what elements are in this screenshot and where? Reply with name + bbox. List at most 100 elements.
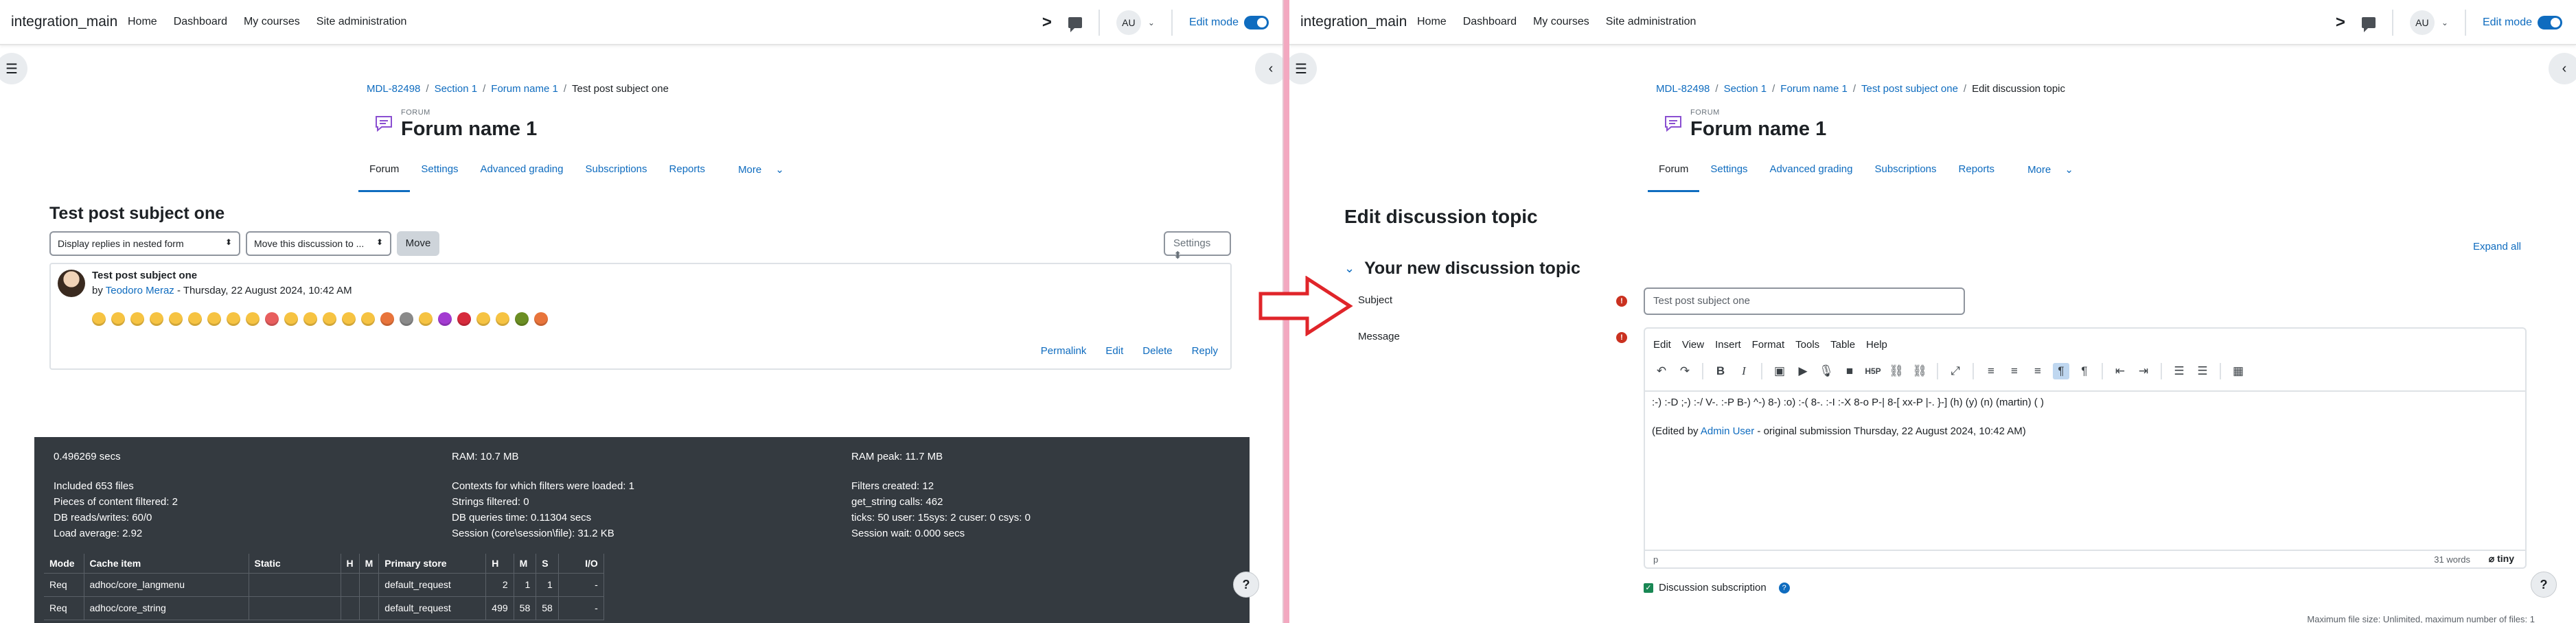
post-author-link[interactable]: Teodoro Meraz bbox=[106, 285, 174, 296]
element-path[interactable]: p bbox=[1653, 554, 1658, 565]
align-right-icon[interactable]: ≡ bbox=[2029, 363, 2046, 379]
edit-link[interactable]: Edit bbox=[1105, 345, 1123, 357]
nav-my-courses[interactable]: My courses bbox=[1533, 16, 1589, 28]
indent-icon[interactable]: ⇥ bbox=[2135, 363, 2152, 379]
delete-link[interactable]: Delete bbox=[1142, 345, 1172, 357]
messages-icon[interactable] bbox=[2361, 17, 2376, 32]
breadcrumb-item[interactable]: Section 1 bbox=[435, 83, 478, 95]
settings-dropdown-button[interactable]: Settings ⬍ bbox=[1164, 231, 1231, 261]
breadcrumb-item[interactable]: Section 1 bbox=[1724, 83, 1767, 95]
outdent-icon[interactable]: ⇤ bbox=[2112, 363, 2128, 379]
chevron-down-icon[interactable]: ⌄ bbox=[1148, 18, 1155, 27]
menu-insert[interactable]: Insert bbox=[1715, 339, 1741, 351]
right-window: integration_main Home Dashboard My cours… bbox=[1284, 0, 2576, 623]
nav-home[interactable]: Home bbox=[128, 16, 157, 28]
unlink-icon[interactable]: ⛓ bbox=[1911, 363, 1928, 379]
accessibility-checker-icon[interactable]: ▦ bbox=[2230, 363, 2246, 379]
menu-help[interactable]: Help bbox=[1866, 339, 1887, 351]
align-left-icon[interactable]: ≡ bbox=[1983, 363, 1999, 379]
menu-format[interactable]: Format bbox=[1752, 339, 1785, 351]
section-header[interactable]: ⌄ Your new discussion topic bbox=[1344, 259, 1580, 279]
record-video-icon[interactable]: ■ bbox=[1841, 363, 1858, 379]
h5p-icon[interactable]: H5P bbox=[1865, 363, 1881, 379]
course-index-drawer-button[interactable]: ☰ bbox=[1289, 53, 1317, 84]
tab-settings[interactable]: Settings bbox=[410, 159, 469, 192]
reply-link[interactable]: Reply bbox=[1192, 345, 1218, 357]
media-icon[interactable]: ▶ bbox=[1795, 363, 1811, 379]
image-icon[interactable]: ▣ bbox=[1771, 363, 1788, 379]
menu-edit[interactable]: Edit bbox=[1653, 339, 1671, 351]
chevron-right-icon[interactable]: > bbox=[1042, 13, 1052, 32]
edit-mode-toggle[interactable] bbox=[1244, 16, 1269, 30]
editor-line[interactable]: :-) :-D ;-) :-/ V-. :-P B-) ^-) 8-) :o) … bbox=[1652, 397, 2044, 408]
tab-reports[interactable]: Reports bbox=[1948, 159, 2006, 192]
divider bbox=[1645, 390, 2525, 392]
nav-site-administration[interactable]: Site administration bbox=[1606, 16, 1697, 28]
menu-view[interactable]: View bbox=[1682, 339, 1704, 351]
nav-dashboard[interactable]: Dashboard bbox=[174, 16, 227, 28]
emoticon-icon bbox=[438, 312, 452, 326]
word-count[interactable]: 31 words bbox=[2434, 554, 2470, 565]
breadcrumb-item[interactable]: Forum name 1 bbox=[1780, 83, 1848, 95]
ltr-icon[interactable]: ¶ bbox=[2053, 363, 2069, 379]
menu-table[interactable]: Table bbox=[1830, 339, 1855, 351]
message-editor[interactable]: Edit View Insert Format Tools Table Help… bbox=[1644, 327, 2527, 569]
rtl-icon[interactable]: ¶ bbox=[2076, 363, 2093, 379]
link-icon[interactable]: ⛓ bbox=[1888, 363, 1905, 379]
record-audio-icon[interactable]: 🎙 bbox=[1818, 363, 1835, 379]
block-drawer-button[interactable]: ‹ bbox=[2549, 53, 2576, 84]
nav-my-courses[interactable]: My courses bbox=[244, 16, 300, 28]
author-avatar[interactable] bbox=[58, 270, 85, 297]
help-button[interactable]: ? bbox=[1233, 572, 1259, 598]
edit-mode-toggle[interactable] bbox=[2538, 16, 2562, 30]
avatar[interactable]: AU bbox=[1116, 10, 1141, 35]
italic-icon[interactable]: I bbox=[1736, 363, 1752, 379]
chevron-down-icon[interactable]: ⌄ bbox=[2441, 18, 2448, 27]
move-discussion-select[interactable]: Move this discussion to ... ⬍ bbox=[246, 231, 391, 256]
site-name[interactable]: integration_main bbox=[11, 14, 117, 30]
display-mode-select[interactable]: Display replies in nested form ⬍ bbox=[49, 231, 240, 256]
messages-icon[interactable] bbox=[1068, 17, 1082, 32]
breadcrumb-item[interactable]: Forum name 1 bbox=[491, 83, 558, 95]
tab-forum[interactable]: Forum bbox=[358, 159, 411, 192]
tab-advanced-grading[interactable]: Advanced grading bbox=[470, 159, 575, 192]
move-button[interactable]: Move bbox=[397, 231, 439, 256]
tab-more[interactable]: More ⌄ bbox=[716, 159, 795, 192]
avatar[interactable]: AU bbox=[2409, 10, 2435, 35]
nav-site-administration[interactable]: Site administration bbox=[317, 16, 407, 28]
numbered-list-icon[interactable]: ☰ bbox=[2194, 363, 2211, 379]
editor-line[interactable]: (Edited by Admin User - original submiss… bbox=[1652, 425, 2026, 437]
redo-icon[interactable]: ↷ bbox=[1677, 363, 1693, 379]
subscription-checkbox[interactable]: ✓ bbox=[1644, 583, 1653, 593]
help-icon[interactable]: ? bbox=[1778, 582, 1790, 593]
chevron-down-icon[interactable]: ⌄ bbox=[1344, 261, 1355, 276]
tab-more[interactable]: More ⌄ bbox=[2005, 159, 2084, 192]
bullet-list-icon[interactable]: ☰ bbox=[2171, 363, 2187, 379]
bold-icon[interactable]: B bbox=[1712, 363, 1729, 379]
tab-forum[interactable]: Forum bbox=[1648, 159, 1700, 192]
block-drawer-button[interactable]: ‹ bbox=[1255, 53, 1283, 84]
breadcrumb-item[interactable]: MDL-82498 bbox=[367, 83, 420, 95]
menu-tools[interactable]: Tools bbox=[1795, 339, 1819, 351]
permalink-link[interactable]: Permalink bbox=[1041, 345, 1087, 357]
undo-icon[interactable]: ↶ bbox=[1653, 363, 1670, 379]
edited-by-link[interactable]: Admin User bbox=[1701, 425, 1754, 437]
tab-advanced-grading[interactable]: Advanced grading bbox=[1759, 159, 1864, 192]
nav-home[interactable]: Home bbox=[1417, 16, 1447, 28]
tab-subscriptions[interactable]: Subscriptions bbox=[1863, 159, 1947, 192]
help-button[interactable]: ? bbox=[2531, 572, 2557, 598]
nav-dashboard[interactable]: Dashboard bbox=[1463, 16, 1517, 28]
breadcrumb-item[interactable]: MDL-82498 bbox=[1656, 83, 1710, 95]
tab-subscriptions[interactable]: Subscriptions bbox=[574, 159, 658, 192]
subject-input[interactable]: Test post subject one bbox=[1644, 287, 1965, 315]
chevron-right-icon[interactable]: > bbox=[2336, 13, 2345, 32]
fullscreen-icon[interactable]: ⤢ bbox=[1947, 363, 1964, 379]
tab-settings[interactable]: Settings bbox=[1699, 159, 1758, 192]
site-name[interactable]: integration_main bbox=[1300, 14, 1407, 30]
breadcrumb-item[interactable]: Test post subject one bbox=[1861, 83, 1958, 95]
tiny-logo[interactable]: ⌀ tiny bbox=[2489, 553, 2514, 565]
tab-reports[interactable]: Reports bbox=[658, 159, 717, 192]
expand-all-link[interactable]: Expand all bbox=[2473, 241, 2521, 252]
course-index-drawer-button[interactable]: ☰ bbox=[0, 53, 27, 84]
align-center-icon[interactable]: ≡ bbox=[2006, 363, 2023, 379]
